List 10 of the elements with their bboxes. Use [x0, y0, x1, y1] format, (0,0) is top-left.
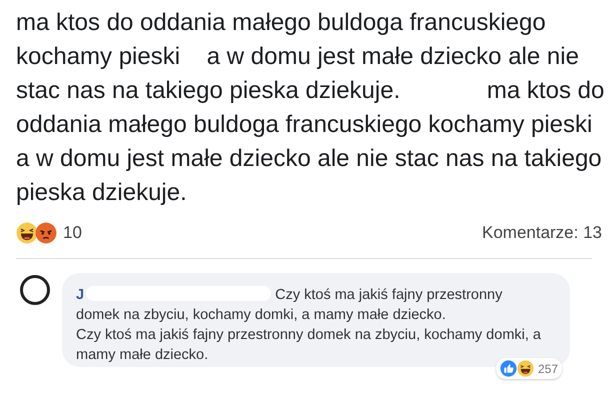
- thumbs-up-icon: [500, 360, 517, 377]
- comments-count-link[interactable]: Komentarze: 13: [482, 223, 602, 243]
- avatar: [20, 275, 50, 305]
- reaction-badge: 257: [496, 358, 562, 379]
- angry-emoji-icon: [35, 222, 57, 244]
- post-text: ma ktos do oddania małego buldoga francuskiego kochamy pieski a w domu jest małe dziecko ale nie stac nas na takiego pieska dziekuje. ma ktos do oddania małego buldoga francuskiego kochamy pieski a w domu jest małe dziecko ale nie stac nas na takiego pieska dziekuje.: [16, 8, 606, 208]
- laughing-emoji-icon: [516, 360, 534, 377]
- laughing-emoji-icon: [16, 222, 38, 244]
- comment-text: J Czy ktoś ma jakiś fajny przestronny domek na zbyciu, kochamy domki, a mamy małe dziecko.: [76, 285, 504, 325]
- reaction-count: 10: [63, 223, 82, 243]
